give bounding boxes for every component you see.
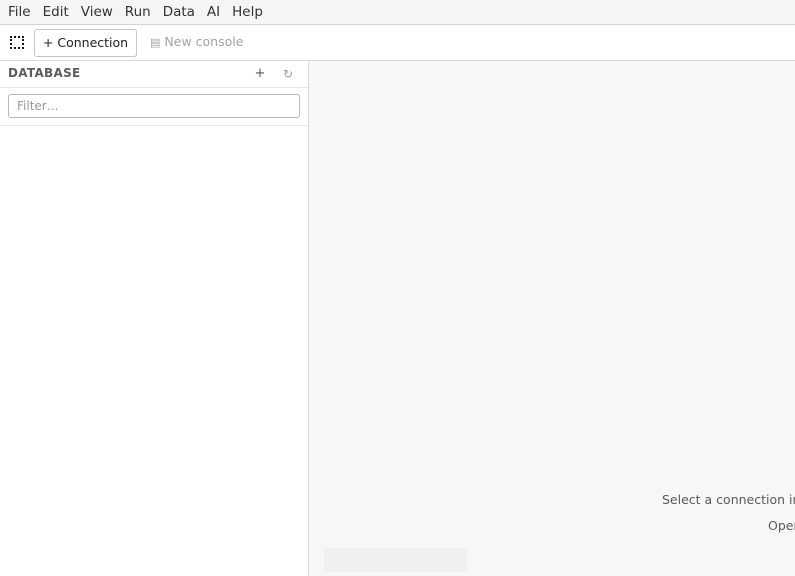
console-icon: ▤ (150, 36, 161, 49)
empty-state-link[interactable]: Oper (768, 518, 795, 533)
menu-ai[interactable]: AI (201, 0, 226, 24)
new-console-button[interactable]: ▤ New console (150, 29, 243, 57)
menu-file[interactable]: File (2, 0, 37, 24)
status-strip (324, 548, 467, 572)
menu-bar: File Edit View Run Data AI Help (0, 0, 795, 25)
filter-input[interactable] (8, 94, 300, 118)
filter-area (0, 88, 308, 126)
dotted-square-icon[interactable] (10, 36, 24, 49)
sidebar: DATABASE + ↻ (0, 61, 309, 576)
menu-help[interactable]: Help (226, 0, 269, 24)
empty-state-hint: Select a connection in (662, 492, 795, 507)
toolbar: + Connection ▤ New console (0, 25, 795, 61)
new-console-label: New console (164, 34, 244, 49)
add-connection-button[interactable]: + Connection (34, 29, 137, 57)
sidebar-title: DATABASE (8, 66, 81, 80)
add-icon[interactable]: + (253, 66, 267, 82)
menu-data[interactable]: Data (157, 0, 201, 24)
menu-view[interactable]: View (75, 0, 119, 24)
main-panel: Select a connection in Oper (309, 61, 795, 576)
refresh-icon[interactable]: ↻ (281, 66, 295, 82)
menu-run[interactable]: Run (119, 0, 157, 24)
menu-edit[interactable]: Edit (37, 0, 75, 24)
sidebar-header: DATABASE + ↻ (0, 61, 308, 88)
